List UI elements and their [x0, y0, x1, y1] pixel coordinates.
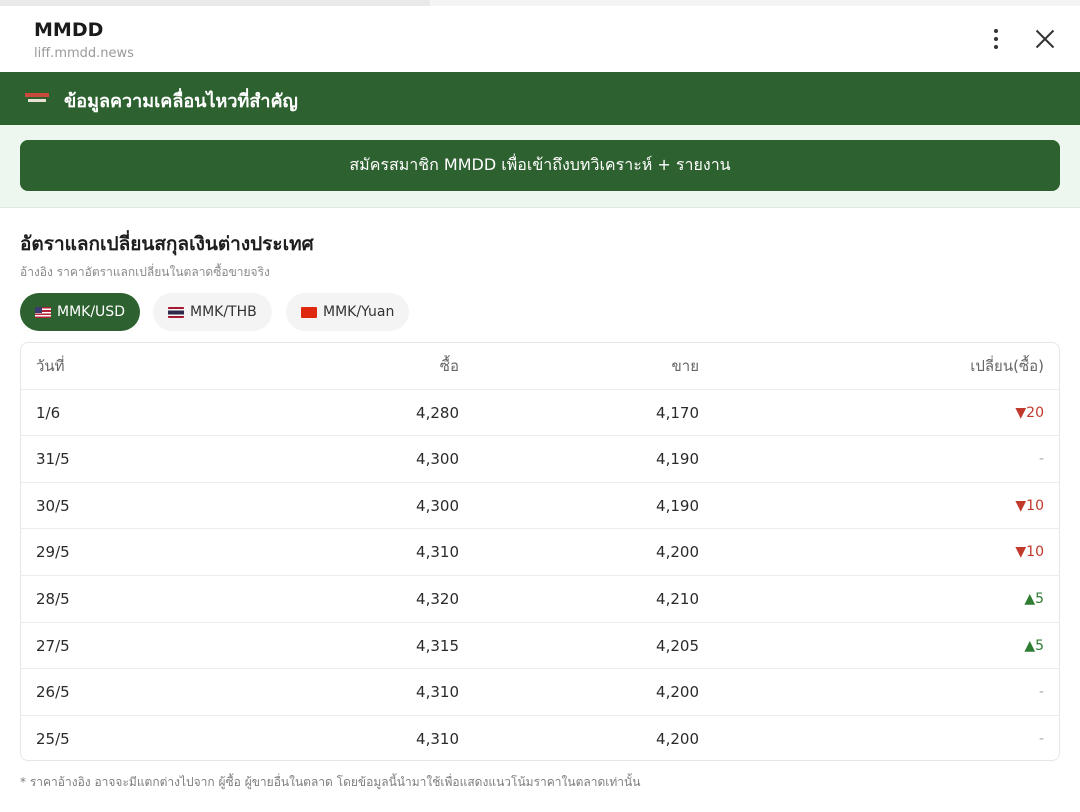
tab-mmk-thb[interactable]: MMK/THB [153, 293, 272, 331]
cell-change: ▲5 [1024, 637, 1044, 654]
cell-sell: 4,200 [656, 543, 699, 562]
subscribe-button[interactable]: สมัครสมาชิก MMDD เพื่อเข้าถึงบทวิเคราะห์… [20, 140, 1060, 191]
thai-flag-icon [168, 306, 184, 318]
section-subtitle: อ้างอิง ราคาอัตราแลกเปลี่ยนในตลาดซื้อขาย… [20, 265, 270, 279]
cell-change: - [1038, 730, 1044, 747]
cell-buy: 4,320 [416, 589, 459, 608]
cell-sell: 4,170 [656, 403, 699, 422]
cell-date: 30/5 [36, 496, 70, 515]
more-options-icon[interactable] [982, 24, 1010, 54]
tab-mmk-usd[interactable]: MMK/USD [20, 293, 140, 331]
table-row: 25/5 4,310 4,200 - [21, 716, 1059, 760]
cell-change: ▼10 [1015, 497, 1044, 514]
cell-sell: 4,200 [656, 683, 699, 702]
cell-date: 28/5 [36, 589, 70, 608]
cell-date: 26/5 [36, 683, 70, 702]
footnote: * ราคาอ้างอิง อาจจะมีแตกต่างไปจาก ผู้ซื้… [20, 775, 641, 789]
header-buy: ซื้อ [439, 357, 459, 375]
close-icon[interactable] [1030, 24, 1060, 54]
cell-buy: 4,300 [416, 496, 459, 515]
tab-label: MMK/USD [57, 304, 125, 320]
app-header: MMDD liff.mmdd.news [0, 6, 1080, 72]
cell-date: 31/5 [36, 450, 70, 469]
table-row: 28/5 4,320 4,210 ▲5 [21, 576, 1059, 623]
cell-sell: 4,190 [656, 496, 699, 515]
cell-sell: 4,205 [656, 636, 699, 655]
header-sell: ขาย [671, 357, 699, 375]
china-flag-icon [301, 306, 317, 318]
exchange-rate-table: วันที่ ซื้อ ขาย เปลี่ยน(ซื้อ) 1/6 4,280 4,… [20, 342, 1060, 761]
cell-sell: 4,200 [656, 729, 699, 748]
app-url: liff.mmdd.news [34, 46, 134, 61]
cell-change: - [1038, 684, 1044, 701]
header-change: เปลี่ยน(ซื้อ) [970, 357, 1044, 375]
us-flag-icon [35, 306, 51, 318]
cell-buy: 4,310 [416, 683, 459, 702]
cell-sell: 4,210 [656, 589, 699, 608]
app-title: MMDD [34, 19, 104, 41]
tab-label: MMK/Yuan [323, 304, 395, 320]
header-date: วันที่ [36, 357, 65, 375]
cell-sell: 4,190 [656, 450, 699, 469]
mmdd-logo-icon [25, 91, 49, 105]
table-header-row: วันที่ ซื้อ ขาย เปลี่ยน(ซื้อ) [21, 343, 1059, 390]
cell-date: 27/5 [36, 636, 70, 655]
cell-date: 29/5 [36, 543, 70, 562]
cell-change: ▲5 [1024, 590, 1044, 607]
cell-buy: 4,310 [416, 543, 459, 562]
cell-buy: 4,280 [416, 403, 459, 422]
cell-date: 25/5 [36, 729, 70, 748]
cell-buy: 4,310 [416, 729, 459, 748]
cell-date: 1/6 [36, 403, 61, 422]
cell-buy: 4,315 [416, 636, 459, 655]
section-banner: ข้อมูลความเคลื่อนไหวที่สำคัญ [0, 72, 1080, 125]
cell-buy: 4,300 [416, 450, 459, 469]
section-title: อัตราแลกเปลี่ยนสกุลเงินต่างประเทศ [20, 233, 314, 255]
table-row: 26/5 4,310 4,200 - [21, 669, 1059, 716]
table-row: 31/5 4,300 4,190 - [21, 436, 1059, 483]
table-row: 27/5 4,315 4,205 ▲5 [21, 623, 1059, 670]
tab-label: MMK/THB [190, 304, 257, 320]
cell-change: - [1038, 451, 1044, 468]
banner-title: ข้อมูลความเคลื่อนไหวที่สำคัญ [64, 91, 298, 112]
promo-area: สมัครสมาชิก MMDD เพื่อเข้าถึงบทวิเคราะห์… [0, 125, 1080, 208]
table-row: 1/6 4,280 4,170 ▼20 [21, 390, 1059, 437]
cell-change: ▼20 [1015, 404, 1044, 421]
tab-mmk-yuan[interactable]: MMK/Yuan [286, 293, 410, 331]
cell-change: ▼10 [1015, 544, 1044, 561]
table-row: 30/5 4,300 4,190 ▼10 [21, 483, 1059, 530]
table-row: 29/5 4,310 4,200 ▼10 [21, 529, 1059, 576]
